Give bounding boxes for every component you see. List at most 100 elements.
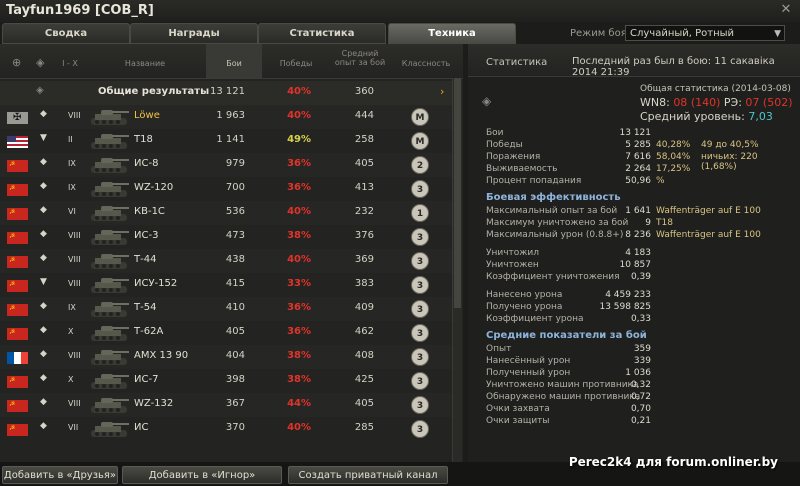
table-row[interactable]: ◆ VIII WZ-132 367 44% 405 3 bbox=[0, 393, 452, 417]
vehicle-tier: IX bbox=[68, 303, 76, 312]
vehicle-battles: 405 bbox=[225, 326, 245, 337]
vehicle-wins: 38% bbox=[287, 230, 311, 241]
table-row[interactable]: ◆ IX Т-54 410 36% 409 3 bbox=[0, 297, 452, 321]
vehicle-class-icon: ◆ bbox=[40, 205, 47, 215]
vehicle-class-icon: ◆ bbox=[40, 325, 47, 335]
vehicle-avg-xp: 409 bbox=[354, 302, 374, 313]
table-row[interactable]: ◆ X ИС-7 398 38% 425 3 bbox=[0, 369, 452, 393]
tank-icon bbox=[88, 202, 130, 224]
stat-row: Опыт 359 bbox=[486, 344, 786, 356]
stat-row: Бои 13 121 bbox=[486, 128, 786, 140]
table-row[interactable]: ◆ IX ИС-8 979 36% 405 2 bbox=[0, 153, 452, 177]
tank-icon bbox=[88, 322, 130, 344]
vehicle-class-icon: ◆ bbox=[40, 229, 47, 239]
vehicle-avg-xp: 232 bbox=[354, 206, 374, 217]
tab-bar: Сводка Награды Статистика Техника bbox=[0, 23, 520, 44]
create-channel-button[interactable]: Создать приватный канал bbox=[288, 466, 448, 484]
vehicle-tier: X bbox=[68, 327, 74, 336]
vehicle-class-icon: ◆ bbox=[40, 109, 47, 119]
tab-vehicles[interactable]: Техника bbox=[388, 23, 516, 44]
vehicle-wins: 40% bbox=[287, 206, 311, 217]
table-row[interactable]: ◆ VIII Т-44 438 40% 369 3 bbox=[0, 249, 452, 273]
vehicle-class-icon: ◆ bbox=[40, 421, 47, 431]
scrollbar[interactable] bbox=[452, 78, 462, 462]
vehicle-battles: 398 bbox=[225, 374, 245, 385]
vehicle-avg-xp: 405 bbox=[354, 158, 374, 169]
nation-flag-icon bbox=[7, 184, 28, 196]
col-mastery[interactable]: Классность bbox=[396, 59, 456, 68]
vehicle-battles: 415 bbox=[225, 278, 245, 289]
vehicle-battles: 410 bbox=[225, 302, 245, 313]
wn8-value: 08 bbox=[673, 96, 688, 109]
stat-extra: Waffenträger auf E 100 bbox=[656, 206, 761, 216]
col-wins[interactable]: Победы bbox=[266, 59, 326, 68]
nation-flag-icon bbox=[7, 376, 28, 388]
stat-value: 50,96 bbox=[625, 176, 651, 186]
avg-level-line: Средний уровень: 7,03 bbox=[640, 110, 773, 123]
scrollbar-thumb[interactable] bbox=[454, 78, 461, 308]
stat-row: Нанесено урона 4 459 233 bbox=[486, 290, 786, 302]
general-stats-title: Общая статистика (2014-03-08) bbox=[640, 84, 791, 94]
battle-mode-select[interactable]: Случайный, Ротный ▼ bbox=[625, 25, 785, 41]
vehicle-wins: 44% bbox=[287, 398, 311, 409]
vehicle-name: WZ-132 bbox=[134, 398, 174, 409]
watermark: Perec2k4 для forum.onliner.by bbox=[568, 455, 778, 469]
stat-extra: T18 bbox=[656, 218, 673, 228]
stat-row: Поражения 7 616 58,04% ничьих: 220 (1,68%) bbox=[486, 152, 786, 172]
mastery-badge-icon: 3 bbox=[411, 420, 429, 438]
vehicle-battles: 536 bbox=[225, 206, 245, 217]
vehicle-class-icon: ◆ bbox=[40, 253, 47, 263]
table-row[interactable]: ◆ VI КВ-1С 536 40% 232 1 bbox=[0, 201, 452, 225]
vehicle-list-panel: ⊕ ◈ I - X Название Бои Победы Средний оп… bbox=[0, 44, 463, 462]
total-row[interactable]: ◈ Общие результаты 13 121 40% 360 › bbox=[0, 81, 452, 105]
stat-row: Уничтожен 10 857 bbox=[486, 260, 786, 272]
col-name[interactable]: Название bbox=[110, 59, 180, 68]
table-row[interactable]: ◆ IX WZ-120 700 36% 413 3 bbox=[0, 177, 452, 201]
tab-statistics[interactable]: Статистика bbox=[258, 23, 386, 44]
stat-row: Уничтожил 4 183 bbox=[486, 248, 786, 260]
nation-flag-icon bbox=[7, 280, 28, 292]
vehicle-avg-xp: 413 bbox=[354, 182, 374, 193]
total-wins: 40% bbox=[287, 86, 311, 97]
stat-value: 7 616 bbox=[625, 152, 651, 162]
mastery-badge-icon: 3 bbox=[411, 228, 429, 246]
globe-icon[interactable]: ⊕ bbox=[12, 56, 21, 69]
table-row[interactable]: ▼ II T18 1 141 49% 258 M bbox=[0, 129, 452, 153]
col-avg-xp[interactable]: Средний опыт за бой bbox=[330, 49, 390, 67]
stat-extra: 17,25% bbox=[656, 164, 691, 174]
vehicle-name: ИС-3 bbox=[134, 230, 159, 241]
table-row[interactable]: ◆ VIII AMX 13 90 404 38% 408 3 bbox=[0, 345, 452, 369]
vehicle-tier: VIII bbox=[68, 399, 81, 408]
table-row[interactable]: ◆ VII ИС 370 40% 285 3 bbox=[0, 417, 452, 441]
add-friend-button[interactable]: Добавить в «Друзья» bbox=[2, 466, 118, 484]
total-label: Общие результаты bbox=[98, 86, 210, 97]
vehicle-type-filter-icon[interactable]: ◈ bbox=[36, 56, 44, 69]
vehicle-wins: 36% bbox=[287, 158, 311, 169]
vehicle-name: ИС-8 bbox=[134, 158, 159, 169]
tab-summary[interactable]: Сводка bbox=[2, 23, 130, 44]
all-vehicles-icon: ◈ bbox=[36, 85, 44, 96]
tank-icon bbox=[88, 226, 130, 248]
add-ignore-button[interactable]: Добавить в «Игнор» bbox=[122, 466, 282, 484]
wn8-label: WN8: bbox=[640, 96, 674, 109]
vehicle-avg-xp: 383 bbox=[354, 278, 374, 289]
mastery-badge-icon: 2 bbox=[411, 156, 429, 174]
stat-value: 8 236 bbox=[625, 230, 651, 240]
avg-level-label: Средний уровень: bbox=[640, 110, 749, 123]
col-tier[interactable]: I - X bbox=[60, 59, 80, 68]
stat-extra: 40,28% bbox=[656, 140, 691, 150]
table-row[interactable]: ◆ VIII Löwe 1 963 40% 444 M bbox=[0, 105, 452, 129]
tank-icon bbox=[88, 274, 130, 296]
col-battles[interactable]: Бои bbox=[206, 59, 262, 68]
table-row[interactable]: ▼ VIII ИСУ-152 415 33% 383 3 bbox=[0, 273, 452, 297]
mastery-badge-icon: 3 bbox=[411, 252, 429, 270]
table-row[interactable]: ◆ X Т-62А 405 36% 462 3 bbox=[0, 321, 452, 345]
close-icon[interactable]: ✕ bbox=[778, 2, 794, 18]
table-row[interactable]: ◆ VIII ИС-3 473 38% 376 3 bbox=[0, 225, 452, 249]
vehicle-class-icon: ◆ bbox=[40, 349, 47, 359]
stat-value: 359 bbox=[633, 344, 651, 354]
stat-extra: 58,04% bbox=[656, 152, 691, 162]
stat-row: Максимальный опыт за бой 1 641 Waffenträge… bbox=[486, 206, 786, 218]
stat-row: Коэффициент урона 0,33 bbox=[486, 314, 786, 326]
tab-awards[interactable]: Награды bbox=[130, 23, 258, 44]
